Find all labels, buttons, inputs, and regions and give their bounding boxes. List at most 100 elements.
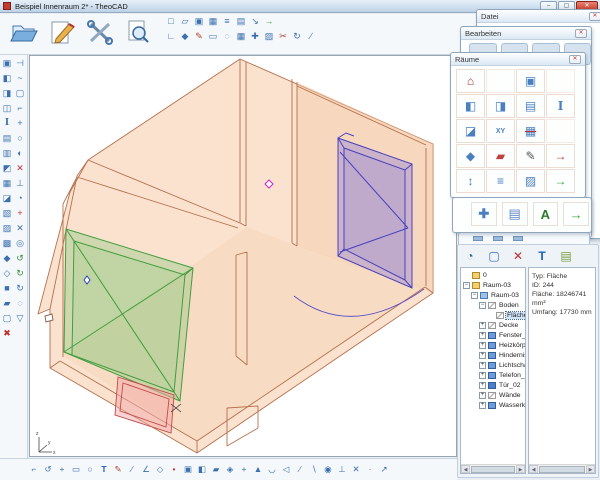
- level-remove-icon[interactable]: ▦: [516, 119, 545, 143]
- palette-bearbeiten-close-icon[interactable]: ✕: [575, 29, 587, 38]
- palette-bearbeiten-titlebar[interactable]: Bearbeiten ✕: [461, 27, 591, 40]
- scroll-left-icon[interactable]: ◀: [529, 465, 538, 473]
- redo-icon[interactable]: ↻: [14, 267, 26, 279]
- move-icon[interactable]: +: [238, 464, 250, 476]
- expand-icon[interactable]: +: [479, 392, 486, 399]
- settings-tools-button[interactable]: [84, 17, 116, 51]
- isometric-room-view[interactable]: z y x: [30, 56, 456, 456]
- point-icon[interactable]: •: [168, 464, 180, 476]
- add-red-tool-icon[interactable]: +: [14, 207, 26, 219]
- room-height-icon[interactable]: ↕: [456, 169, 485, 193]
- delete-red-tool-icon[interactable]: ✖: [1, 327, 13, 339]
- half-rotate-icon[interactable]: ◐: [14, 147, 26, 159]
- text-tool-icon[interactable]: ▨: [1, 222, 13, 234]
- save-all-icon[interactable]: ▤: [235, 15, 247, 27]
- layer-stack-icon[interactable]: ▤: [502, 202, 528, 226]
- open-project-button[interactable]: [8, 17, 40, 51]
- refresh-icon[interactable]: ↻: [14, 282, 26, 294]
- palette-raeume-titlebar[interactable]: Räume ✕: [451, 53, 585, 66]
- paste-tool-icon[interactable]: ▣: [1, 57, 13, 69]
- rect-tool-icon[interactable]: ▢: [14, 87, 26, 99]
- plus-icon[interactable]: +: [56, 464, 68, 476]
- radiator-icon[interactable]: ▤: [516, 94, 545, 118]
- beam-tool-icon[interactable]: ▤: [1, 132, 13, 144]
- perpendicular-tool-icon[interactable]: ⊥: [14, 177, 26, 189]
- rotate-icon[interactable]: ↻: [291, 30, 303, 42]
- circle-icon[interactable]: ○: [84, 464, 96, 476]
- target-tool-icon[interactable]: ◎: [14, 237, 26, 249]
- tree-horizontal-scrollbar[interactable]: ◀ ▶: [461, 464, 525, 473]
- expand-icon[interactable]: +: [479, 372, 486, 379]
- palette-raeume-close-icon[interactable]: ✕: [569, 55, 581, 64]
- measure-icon[interactable]: ↗: [378, 464, 390, 476]
- layer-tool-icon[interactable]: ▢: [1, 312, 13, 324]
- save-icon[interactable]: ▣: [193, 15, 205, 27]
- world-icon[interactable]: ◔: [462, 248, 478, 263]
- expand-icon[interactable]: +: [479, 342, 486, 349]
- text-icon[interactable]: T: [534, 248, 550, 263]
- expand-icon[interactable]: +: [479, 362, 486, 369]
- print-preview-button[interactable]: [122, 17, 154, 51]
- edit-drawing-button[interactable]: [46, 17, 78, 51]
- tree-item-Hindernis_01[interactable]: +Hindernis_01: [461, 350, 525, 360]
- rectangle-icon[interactable]: ▭: [207, 30, 219, 42]
- group-tool-icon[interactable]: ◇: [1, 267, 13, 279]
- pen-icon[interactable]: ✎: [193, 30, 205, 42]
- zoom-region-icon[interactable]: ▢: [486, 248, 502, 263]
- collapse-icon[interactable]: −: [471, 292, 478, 299]
- scissors-icon[interactable]: ✂: [277, 30, 289, 42]
- tree-item-Wände[interactable]: +Wände: [461, 390, 525, 400]
- tree-item-0[interactable]: 0: [461, 270, 525, 280]
- line-icon[interactable]: ∕: [126, 464, 138, 476]
- tree-item-Fenster_01[interactable]: +Fenster_01: [461, 330, 525, 340]
- report-icon[interactable]: ≡: [486, 169, 515, 193]
- task-list-icon[interactable]: ≡: [221, 15, 233, 27]
- delete-icon[interactable]: ✕: [510, 248, 526, 263]
- tree-item-Telefon_01[interactable]: +Telefon_01: [461, 370, 525, 380]
- perpendicular-icon[interactable]: ⊥: [336, 464, 348, 476]
- down-tool-icon[interactable]: ▽: [14, 312, 26, 324]
- select-pencil-icon[interactable]: ✎: [516, 144, 545, 168]
- column-tool-icon[interactable]: I: [1, 117, 13, 129]
- scroll-thumb[interactable]: [471, 466, 515, 473]
- arc-low-icon[interactable]: ◡: [266, 464, 278, 476]
- palette-datei-close-icon[interactable]: ✕: [589, 12, 600, 21]
- gem-icon[interactable]: ◈: [224, 464, 236, 476]
- properties-horizontal-scrollbar[interactable]: ◀ ▶: [529, 464, 595, 473]
- tree-item-Raum-03[interactable]: −Raum-03: [461, 290, 525, 300]
- expand-icon[interactable]: +: [479, 382, 486, 389]
- pan-icon[interactable]: ✚: [471, 202, 497, 226]
- scroll-right-icon[interactable]: ▶: [586, 465, 595, 473]
- cloud-tool-icon[interactable]: ◌: [14, 297, 26, 309]
- door-icon[interactable]: ◪: [456, 119, 485, 143]
- image-icon[interactable]: ▨: [263, 30, 275, 42]
- tree-item-Lichtschalter_[interactable]: +Lichtschalter_: [461, 360, 525, 370]
- expand-icon[interactable]: +: [479, 352, 486, 359]
- text-icon[interactable]: T: [98, 464, 110, 476]
- delete-icon[interactable]: ✕: [350, 464, 362, 476]
- paste-icon[interactable]: ◧: [196, 464, 208, 476]
- wall-left-icon[interactable]: ◧: [456, 94, 485, 118]
- roof-tool-icon[interactable]: ◩: [1, 162, 13, 174]
- polygon-icon[interactable]: ◇: [154, 464, 166, 476]
- palette-datei-titlebar[interactable]: Datei ✕: [477, 10, 600, 23]
- volume-icon[interactable]: ◆: [456, 144, 485, 168]
- snap-tool-icon[interactable]: ⊣: [14, 57, 26, 69]
- export-red-icon[interactable]: →: [546, 144, 575, 168]
- erase-tool-icon[interactable]: ✕: [14, 162, 26, 174]
- panel-red-icon[interactable]: ▰: [486, 144, 515, 168]
- save-as-icon[interactable]: ▦: [207, 15, 219, 27]
- scroll-left-icon[interactable]: ◀: [461, 465, 470, 473]
- undo-icon[interactable]: ↺: [14, 252, 26, 264]
- dot-icon[interactable]: ·: [364, 464, 376, 476]
- drawing-area[interactable]: z y x: [29, 55, 457, 457]
- new-room-icon[interactable]: ⌂: [456, 69, 485, 93]
- hatch-icon[interactable]: ▨: [516, 169, 545, 193]
- apply-icon[interactable]: →: [546, 169, 575, 193]
- tree-item-Wasserkomb[interactable]: +Wasserkomb: [461, 400, 525, 410]
- xy-position-icon[interactable]: XY: [486, 119, 515, 143]
- wall-right-icon[interactable]: ◨: [486, 94, 515, 118]
- tree-item-Raum-03[interactable]: −Raum-03: [461, 280, 525, 290]
- column-icon[interactable]: I: [546, 94, 575, 118]
- slash-icon[interactable]: ∕: [294, 464, 306, 476]
